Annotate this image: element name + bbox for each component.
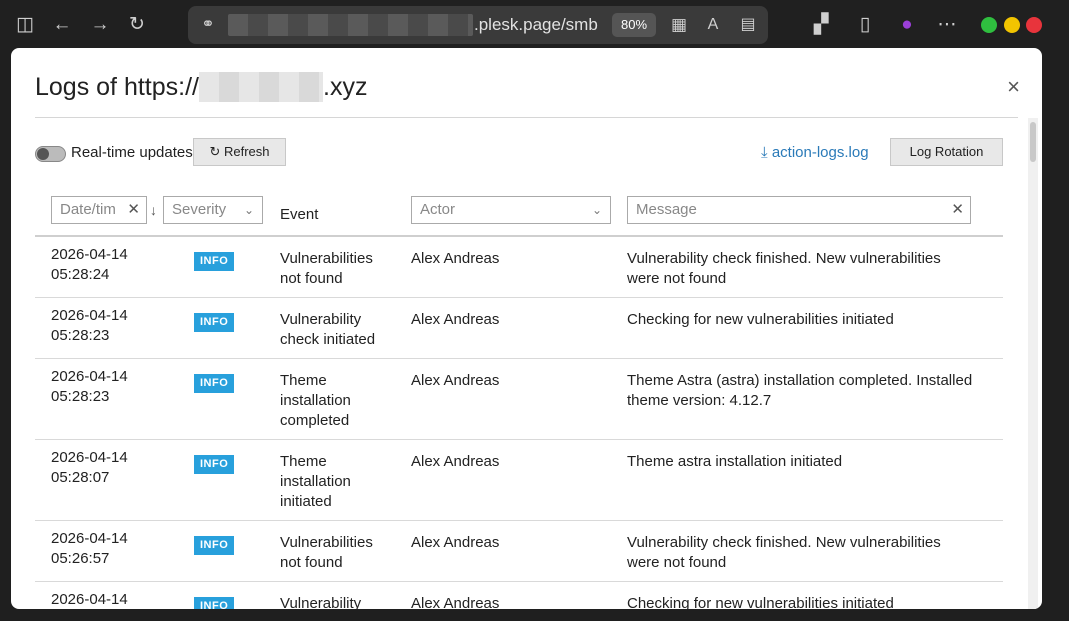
- severity-cell: INFO: [194, 534, 235, 555]
- actor-cell: Alex Andreas: [411, 372, 500, 389]
- address-bar[interactable]: ⚭ .plesk.page/smb 80% ▦ A ▤: [188, 6, 768, 44]
- more-icon[interactable]: ⋯: [934, 12, 960, 38]
- date-cell: 2026-04-14 05:28:24: [51, 246, 128, 283]
- table-row: 2026-04-14 05:28:24 INFO Vulnerabilities …: [35, 237, 1003, 298]
- event-cell: Theme installation completed: [280, 372, 351, 429]
- severity-badge: INFO: [194, 374, 235, 393]
- severity-cell: INFO: [194, 595, 235, 609]
- severity-cell: INFO: [194, 453, 235, 474]
- sidebar-icon[interactable]: ◫: [12, 12, 38, 38]
- message-cell: Vulnerability check finished. New vulner…: [627, 250, 941, 287]
- realtime-label: Real-time updates: [71, 144, 193, 161]
- scrollbar-thumb[interactable]: [1030, 122, 1036, 162]
- date-cell: 2026-04-14: [51, 591, 128, 608]
- severity-badge: INFO: [194, 455, 235, 474]
- table-row: 2026-04-14 INFO Vulnerability Alex Andre…: [35, 582, 1003, 609]
- link-icon: ⚭: [201, 16, 215, 33]
- log-rotation-button[interactable]: Log Rotation: [890, 138, 1003, 166]
- zoom-level[interactable]: 80%: [612, 13, 656, 37]
- realtime-toggle[interactable]: [35, 146, 66, 162]
- actor-cell: Alex Andreas: [411, 534, 500, 551]
- severity-badge: INFO: [194, 597, 235, 609]
- table-row: 2026-04-14 05:28:23 INFO Theme installati…: [35, 359, 1003, 440]
- forward-icon[interactable]: →: [87, 12, 113, 38]
- refresh-button[interactable]: ↻ Refresh: [193, 138, 286, 166]
- back-icon[interactable]: ←: [49, 12, 75, 38]
- event-cell: Vulnerability check initiated: [280, 311, 376, 348]
- severity-badge: INFO: [194, 313, 235, 332]
- message-cell: Theme astra installation initiated: [627, 453, 843, 470]
- table-row: 2026-04-14 05:26:57 INFO Vulnerabilities …: [35, 521, 1003, 582]
- actor-cell: Alex Andreas: [411, 311, 500, 328]
- severity-filter-select[interactable]: Severity ⌄: [163, 196, 263, 224]
- actor-cell: Alex Andreas: [411, 595, 500, 609]
- reload-icon[interactable]: ↻: [124, 12, 150, 38]
- reader-icon[interactable]: ▤: [735, 12, 761, 38]
- browser-toolbar: ◫ ← → ↻ ⚭ .plesk.page/smb 80% ▦ A ▤ ▞ ▯ …: [0, 0, 1069, 50]
- scrollbar[interactable]: [1028, 118, 1038, 609]
- date-cell: 2026-04-14 05:28:07: [51, 449, 128, 486]
- date-cell: 2026-04-14 05:28:23: [51, 307, 128, 344]
- refresh-icon: ↻: [209, 144, 221, 159]
- download-label: action-logs.log: [771, 144, 869, 161]
- download-icon: ⤓: [761, 144, 768, 161]
- actor-cell: Alex Andreas: [411, 453, 500, 470]
- sort-desc-icon[interactable]: ↓: [150, 202, 157, 218]
- profile-icon[interactable]: ●: [894, 12, 920, 38]
- severity-badge: INFO: [194, 536, 235, 555]
- close-icon[interactable]: ×: [1007, 74, 1020, 100]
- date-cell: 2026-04-14 05:26:57: [51, 530, 128, 567]
- severity-cell: INFO: [194, 372, 235, 393]
- chevron-down-icon: ⌄: [243, 203, 254, 217]
- title-suffix: .xyz: [323, 72, 368, 101]
- date-cell: 2026-04-14 05:28:23: [51, 368, 128, 405]
- logs-dialog: Logs of https:// .xyz × Real-time update…: [11, 48, 1042, 609]
- minimize-button[interactable]: [981, 17, 997, 33]
- table-row: 2026-04-14 05:28:07 INFO Theme installati…: [35, 440, 1003, 521]
- document-icon[interactable]: ▯: [852, 12, 878, 38]
- table-row: 2026-04-14 05:28:23 INFO Vulnerability ch…: [35, 298, 1003, 359]
- message-placeholder: Message: [636, 201, 697, 218]
- dialog-title: Logs of https:// .xyz: [35, 72, 367, 102]
- message-cell: Theme Astra (astra) installation complet…: [627, 372, 973, 409]
- actor-placeholder: Actor: [420, 201, 456, 218]
- event-cell: Vulnerabilities not found: [280, 534, 373, 571]
- date-placeholder: Date/tim: [60, 201, 116, 218]
- event-cell: Vulnerability: [280, 595, 362, 609]
- apps-icon[interactable]: ▦: [666, 12, 692, 38]
- event-cell: Theme installation initiated: [280, 453, 351, 510]
- event-cell: Vulnerabilities not found: [280, 250, 373, 287]
- log-table-body: 2026-04-14 05:28:24 INFO Vulnerabilities …: [35, 237, 1003, 609]
- close-window-button[interactable]: [1026, 17, 1042, 33]
- message-filter-input[interactable]: Message ✕: [627, 196, 971, 224]
- chevron-down-icon: ⌄: [591, 203, 602, 217]
- domain-redacted: [199, 72, 323, 102]
- event-column-header: Event: [280, 206, 319, 223]
- clear-date-icon[interactable]: ✕: [127, 197, 140, 223]
- message-cell: Checking for new vulnerabilities initiat…: [627, 595, 894, 609]
- divider: [35, 117, 1018, 118]
- date-filter-input[interactable]: Date/tim ✕: [51, 196, 147, 224]
- url-redacted: [228, 14, 473, 36]
- severity-cell: INFO: [194, 311, 235, 332]
- clear-message-icon[interactable]: ✕: [951, 197, 964, 223]
- extensions-icon[interactable]: ▞: [808, 12, 834, 38]
- translate-icon[interactable]: A: [700, 12, 726, 38]
- severity-badge: INFO: [194, 252, 235, 271]
- title-prefix: Logs of https://: [35, 72, 199, 101]
- message-cell: Checking for new vulnerabilities initiat…: [627, 311, 894, 328]
- maximize-button[interactable]: [1004, 17, 1020, 33]
- message-cell: Vulnerability check finished. New vulner…: [627, 534, 941, 571]
- refresh-label: Refresh: [224, 144, 270, 159]
- filter-row: Date/tim ✕ ↓ Severity ⌄ Event Actor ⌄ Me…: [35, 196, 1003, 236]
- actor-filter-select[interactable]: Actor ⌄: [411, 196, 611, 224]
- severity-placeholder: Severity: [172, 201, 227, 218]
- severity-cell: INFO: [194, 250, 235, 271]
- url-text: .plesk.page/smb: [474, 15, 598, 34]
- download-log-link[interactable]: ⤓ action-logs.log: [761, 144, 869, 161]
- log-toolbar: Real-time updates ↻ Refresh ⤓ action-log…: [35, 138, 1003, 166]
- actor-cell: Alex Andreas: [411, 250, 500, 267]
